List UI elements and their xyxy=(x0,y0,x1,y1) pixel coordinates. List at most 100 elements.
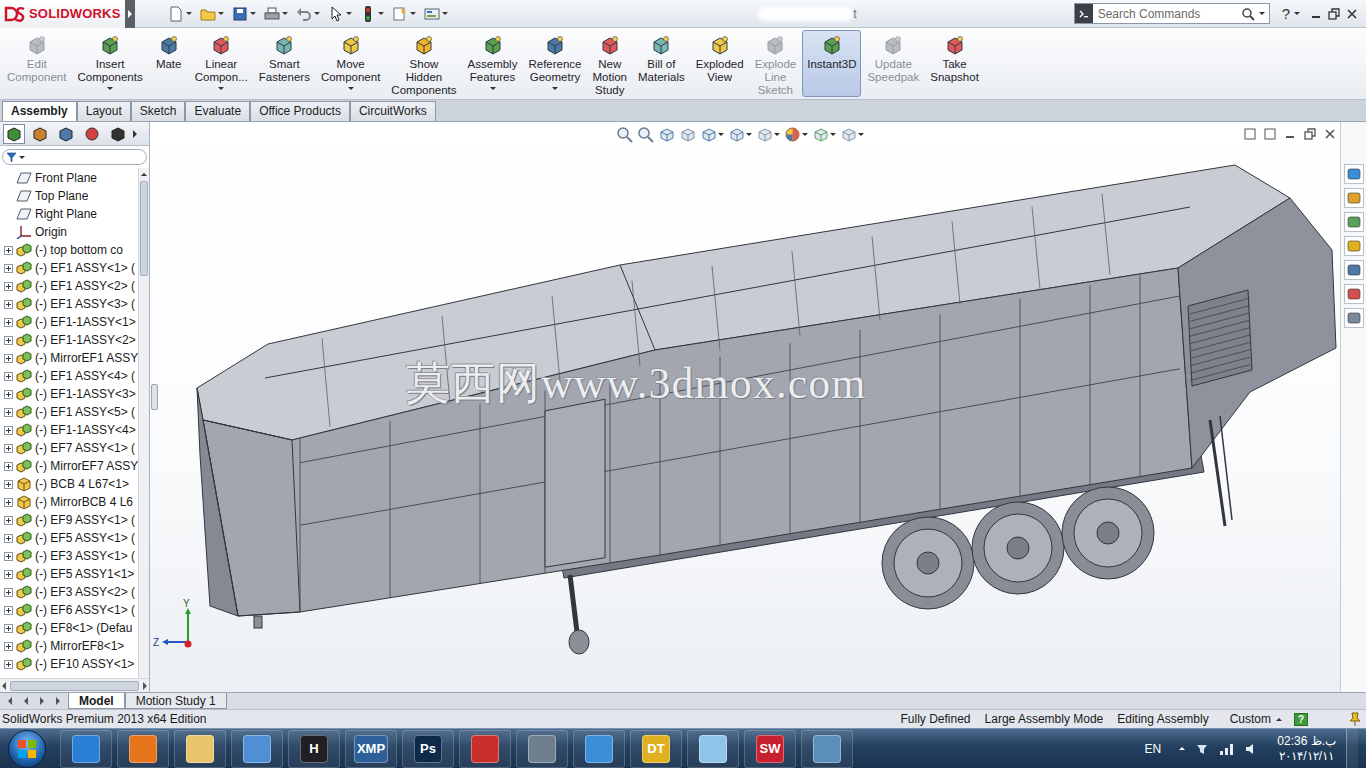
clock[interactable]: 02:36 ب.ظ۲۰۱۴/۱۲/۱۱ xyxy=(1269,734,1336,764)
dropdown-arrow-icon[interactable] xyxy=(1259,12,1265,15)
quick-access-button[interactable] xyxy=(389,4,419,24)
task-pane-tab[interactable] xyxy=(1344,164,1364,184)
expand-toggle[interactable] xyxy=(4,462,13,471)
expand-toggle[interactable] xyxy=(4,426,13,435)
command-tab[interactable]: Assembly xyxy=(2,101,77,121)
expand-toggle[interactable] xyxy=(4,264,13,273)
units-selector[interactable]: Custom xyxy=(1216,712,1294,726)
tab-nav-arrow-icon[interactable] xyxy=(56,697,60,705)
action-center-icon[interactable] xyxy=(1195,742,1209,756)
minimize-icon[interactable] xyxy=(1284,128,1296,140)
pin-icon[interactable] xyxy=(1348,712,1362,726)
tile-icon[interactable] xyxy=(1264,128,1276,140)
manager-tab[interactable] xyxy=(3,124,25,144)
trailer-model[interactable] xyxy=(197,165,1336,654)
command-button[interactable]: ShowHiddenComponents xyxy=(386,30,461,97)
taskbar-app[interactable] xyxy=(801,730,853,768)
manager-tab[interactable] xyxy=(107,124,129,144)
expand-toggle[interactable] xyxy=(4,552,13,561)
taskbar-app[interactable] xyxy=(459,730,511,768)
command-button[interactable]: AssemblyFeatures xyxy=(463,30,523,97)
expand-toggle[interactable] xyxy=(4,318,13,327)
menu-expand-button[interactable] xyxy=(125,0,135,28)
view-tool-button[interactable] xyxy=(616,126,633,143)
expand-toggle[interactable] xyxy=(4,660,13,669)
tree-item[interactable]: (-) EF1-1ASSY<2> xyxy=(0,331,138,349)
horizontal-scrollbar[interactable] xyxy=(0,678,149,692)
search-mode-icon[interactable] xyxy=(1075,4,1093,23)
command-button[interactable]: NewMotionStudy xyxy=(588,30,633,97)
show-desktop-button[interactable] xyxy=(1346,729,1358,768)
view-tool-button[interactable] xyxy=(756,126,780,143)
model-tab[interactable]: Motion Study 1 xyxy=(125,693,227,709)
expand-toggle[interactable] xyxy=(4,516,13,525)
quick-tips-button[interactable]: ? xyxy=(1294,713,1308,726)
tree-item[interactable]: (-) MirrorEF7 ASSY xyxy=(0,457,138,475)
quick-access-button[interactable] xyxy=(165,4,195,24)
command-button[interactable]: SmartFasteners xyxy=(254,30,315,97)
start-button[interactable] xyxy=(8,730,46,768)
tab-nav-arrow-icon[interactable] xyxy=(40,697,44,705)
tree-item[interactable]: (-) EF1-1ASSY<3> xyxy=(0,385,138,403)
quick-access-button[interactable] xyxy=(357,4,387,24)
taskbar-app[interactable] xyxy=(231,730,283,768)
expand-toggle[interactable] xyxy=(4,372,13,381)
search-commands-field[interactable]: Search Commands xyxy=(1074,3,1270,24)
expand-toggle[interactable] xyxy=(4,624,13,633)
expand-toggle[interactable] xyxy=(4,642,13,651)
taskbar-app[interactable]: H xyxy=(288,730,340,768)
taskbar-app[interactable] xyxy=(117,730,169,768)
expand-toggle[interactable] xyxy=(4,534,13,543)
taskbar-app[interactable] xyxy=(573,730,625,768)
tree-item[interactable]: (-) EF9 ASSY<1> ( xyxy=(0,511,138,529)
tree-item[interactable]: Top Plane xyxy=(0,187,138,205)
tree-item[interactable]: Right Plane xyxy=(0,205,138,223)
scroll-right-icon[interactable] xyxy=(143,682,147,690)
view-tool-button[interactable] xyxy=(840,126,864,143)
expand-toggle[interactable] xyxy=(4,570,13,579)
tree-item[interactable]: (-) top bottom co xyxy=(0,241,138,259)
command-button[interactable]: InsertComponents xyxy=(72,30,147,97)
more-tabs-icon[interactable] xyxy=(133,130,137,138)
expand-toggle[interactable] xyxy=(4,354,13,363)
vertical-scrollbar[interactable] xyxy=(138,168,149,678)
quick-access-button[interactable] xyxy=(421,4,451,24)
tree-item[interactable]: (-) MirrorEF8<1> xyxy=(0,637,138,655)
command-button[interactable]: EditComponent xyxy=(2,30,71,97)
view-tool-button[interactable] xyxy=(812,126,836,143)
view-tool-button[interactable] xyxy=(679,126,696,143)
dropdown-arrow-icon[interactable] xyxy=(218,87,224,90)
scroll-up-icon[interactable] xyxy=(141,173,147,176)
dropdown-arrow-icon[interactable] xyxy=(552,87,558,90)
dropdown-arrow-icon[interactable] xyxy=(107,87,113,90)
magnifier-icon[interactable] xyxy=(1241,7,1255,21)
quick-access-button[interactable] xyxy=(197,4,227,24)
help-button[interactable]: ? xyxy=(1276,5,1306,22)
tree-item[interactable]: (-) EF1 ASSY<3> ( xyxy=(0,295,138,313)
panel-collapse-handle[interactable] xyxy=(151,384,158,410)
tree-item[interactable]: (-) EF1-1ASSY<4> xyxy=(0,421,138,439)
taskbar-app[interactable] xyxy=(516,730,568,768)
tree-item[interactable]: (-) EF1-1ASSY<1> xyxy=(0,313,138,331)
command-button[interactable]: ExplodeLineSketch xyxy=(750,30,802,97)
dropdown-arrow-icon[interactable] xyxy=(348,87,354,90)
command-tab[interactable]: Evaluate xyxy=(185,101,250,121)
task-pane-tab[interactable] xyxy=(1344,212,1364,232)
command-button[interactable]: ExplodedView xyxy=(691,30,749,97)
expand-toggle[interactable] xyxy=(4,480,13,489)
command-button[interactable]: MoveComponent xyxy=(316,30,385,97)
command-tab[interactable]: CircuitWorks xyxy=(350,101,436,121)
expand-toggle[interactable] xyxy=(4,390,13,399)
tree-item[interactable]: Front Plane xyxy=(0,169,138,187)
taskbar-app[interactable] xyxy=(174,730,226,768)
tree-item[interactable]: (-) EF1 ASSY<5> ( xyxy=(0,403,138,421)
command-button[interactable]: ReferenceGeometry xyxy=(523,30,586,97)
expand-toggle[interactable] xyxy=(4,336,13,345)
expand-toggle[interactable] xyxy=(4,444,13,453)
tree-item[interactable]: (-) MirrorEF1 ASSY xyxy=(0,349,138,367)
filter-field[interactable] xyxy=(2,149,147,165)
tab-nav-arrow-icon[interactable] xyxy=(24,697,28,705)
view-tool-button[interactable] xyxy=(784,126,808,143)
command-button[interactable]: UpdateSpeedpak xyxy=(862,30,924,97)
scroll-thumb[interactable] xyxy=(140,181,148,276)
